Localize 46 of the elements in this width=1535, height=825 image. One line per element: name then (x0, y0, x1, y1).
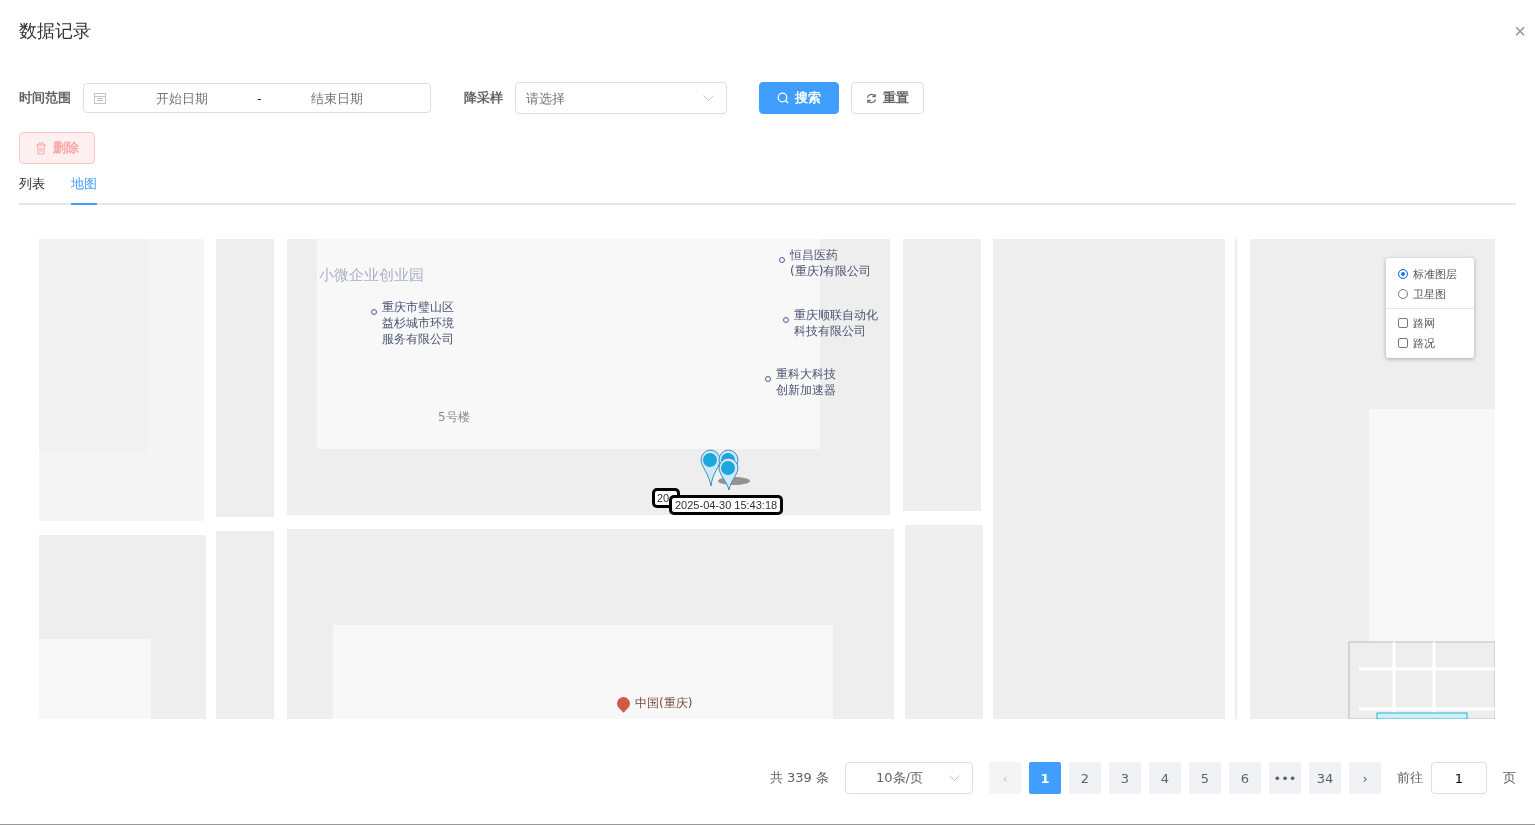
reset-button[interactable]: 重置 (851, 82, 924, 114)
next-page-button[interactable]: › (1349, 762, 1381, 794)
page-button[interactable]: 4 (1149, 762, 1181, 794)
timestamp-label: 2025-04-30 15:43:18 (671, 497, 782, 513)
radio-button[interactable] (1398, 269, 1408, 279)
checkbox[interactable] (1398, 318, 1408, 328)
page-size-select[interactable]: 10条/页 (845, 762, 973, 794)
poi-label: 重庆市璧山区 益杉城市环境 服务有限公司 (382, 299, 454, 347)
page-button[interactable]: 2 (1069, 762, 1101, 794)
poi-label: 重庆顺联自动化 科技有限公司 (794, 307, 878, 339)
chevron-down-icon (949, 774, 960, 782)
map-marker-cluster-icon (700, 449, 752, 491)
overlay-option-label[interactable]: 路况 (1413, 335, 1435, 351)
map-view[interactable]: 小微企业创业园 重庆市璧山区 益杉城市环境 服务有限公司 恒昌医药 (重庆)有限公司 重庆顺联自动化 科技有限公司 重科大科技 创新加速器 5号楼 中国(重庆) 20 2025-04-30 15:43:18 标准图层 卫星图 路网 路况 (39, 239, 1495, 719)
total-count: 共 339 条 (769, 769, 829, 787)
page-unit-label: 页 (1503, 769, 1516, 787)
page-button[interactable]: 5 (1189, 762, 1221, 794)
tab[interactable]: 列表 (19, 164, 45, 205)
goto-label: 前往 (1397, 769, 1423, 787)
tab[interactable]: 地图 (71, 164, 97, 205)
layer-option-label[interactable]: 卫星图 (1413, 286, 1446, 302)
date-range-field[interactable]: 开始日期 - 结束日期 (83, 83, 431, 113)
overlay-option-label[interactable]: 路网 (1413, 315, 1435, 331)
trash-icon (35, 141, 47, 155)
layer-option-label[interactable]: 标准图层 (1413, 266, 1457, 282)
range-separator: - (257, 90, 262, 106)
time-range-label: 时间范围 (19, 89, 71, 107)
chevron-down-icon (703, 95, 714, 102)
dialog-title: 数据记录 (19, 19, 91, 43)
close-button[interactable]: × (1514, 19, 1526, 43)
page-button[interactable]: 34 (1309, 762, 1341, 794)
museum-label: 中国(重庆) (635, 695, 693, 711)
refresh-icon (866, 92, 877, 104)
calendar-icon (94, 92, 106, 104)
search-icon (777, 92, 789, 104)
downsample-label: 降采样 (464, 89, 503, 107)
poi-label: 重科大科技 创新加速器 (776, 366, 836, 398)
page-button[interactable]: 6 (1229, 762, 1261, 794)
page-number-field[interactable]: 1 (1431, 762, 1487, 794)
building-label: 5号楼 (438, 409, 470, 425)
poi-label: 恒昌医药 (重庆)有限公司 (790, 247, 872, 279)
page-button[interactable]: ••• (1269, 762, 1301, 794)
checkbox[interactable] (1398, 338, 1408, 348)
area-label: 小微企业创业园 (319, 267, 424, 283)
downsample-select[interactable]: 请选择 (515, 82, 727, 114)
page-button[interactable]: 3 (1109, 762, 1141, 794)
